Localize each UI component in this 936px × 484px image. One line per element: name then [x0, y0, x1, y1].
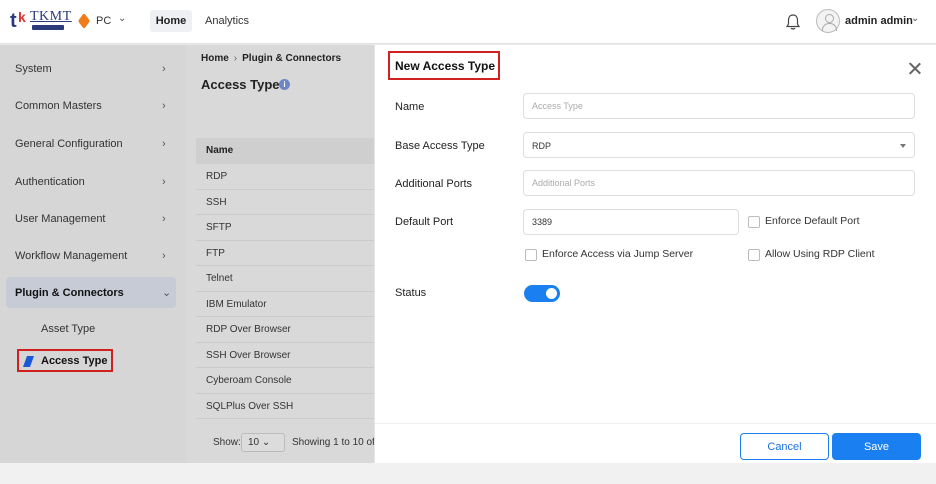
logo-mark-icon: tk [10, 9, 26, 32]
user-name[interactable]: admin admin [845, 15, 913, 27]
table-row[interactable]: SFTP [196, 215, 376, 241]
page-title: Access Type [201, 77, 280, 92]
page-size-select[interactable]: 10 ⌄ [241, 433, 285, 452]
table-row[interactable]: SQLPlus Over SSH [196, 393, 376, 419]
table-row[interactable]: FTP [196, 240, 376, 266]
base-access-type-select[interactable]: RDP [523, 132, 915, 158]
sidebar-item-system[interactable]: System › [0, 50, 186, 87]
sidebar-item-label: Plugin & Connectors [15, 287, 124, 299]
status-toggle[interactable] [524, 285, 560, 302]
allow-rdp-client-checkbox[interactable] [748, 249, 760, 261]
table-row[interactable]: SSH [196, 189, 376, 215]
sidebar: System › Common Masters › General Config… [0, 45, 186, 463]
info-icon[interactable]: i [279, 79, 290, 90]
enforce-default-port-label[interactable]: Enforce Default Port [765, 215, 860, 227]
breadcrumb-separator-icon: › [233, 53, 238, 64]
bell-icon[interactable] [785, 13, 801, 31]
sidebar-item-label: Common Masters [15, 100, 102, 112]
toggle-knob [546, 288, 557, 299]
chevron-right-icon: › [162, 138, 166, 150]
page-size-value: 10 [248, 437, 260, 448]
sidebar-item-general-configuration[interactable]: General Configuration › [0, 125, 186, 162]
save-button[interactable]: Save [832, 433, 921, 460]
status-label: Status [395, 287, 427, 299]
sidebar-item-label: General Configuration [15, 138, 123, 150]
access-type-table: Name RDP SSH SFTP FTP Telnet IBM Emulato… [196, 138, 376, 438]
enforce-jump-server-label[interactable]: Enforce Access via Jump Server [542, 248, 693, 260]
chevron-right-icon: › [162, 100, 166, 112]
chevron-right-icon: › [162, 63, 166, 75]
new-access-type-drawer: New Access Type Name Base Access Type RD… [374, 45, 936, 463]
base-access-type-value: RDP [532, 141, 552, 151]
sidebar-item-plugin-connectors[interactable]: Plugin & Connectors ⌄ [6, 277, 176, 308]
org-selector-label[interactable]: PC [96, 15, 111, 27]
additional-ports-label: Additional Ports [395, 178, 473, 190]
active-indicator-icon [22, 356, 35, 367]
drawer-title-highlight: New Access Type [388, 51, 500, 80]
company-logo[interactable]: tk TKMT [10, 9, 71, 35]
sidebar-item-authentication[interactable]: Authentication › [0, 163, 186, 200]
chevron-right-icon: › [162, 213, 166, 225]
chevron-down-icon[interactable]: ⌄ [118, 13, 126, 24]
chevron-right-icon: › [162, 176, 166, 188]
sidebar-subitem-access-type[interactable]: Access Type [17, 349, 113, 372]
default-port-label: Default Port [395, 216, 454, 228]
top-bar: tk TKMT PC ⌄ Home Analytics admin admin … [0, 0, 936, 44]
table-row[interactable]: IBM Emulator [196, 291, 376, 317]
breadcrumb-section[interactable]: Plugin & Connectors [242, 53, 341, 64]
sidebar-item-label: Workflow Management [15, 250, 128, 262]
sidebar-item-user-management[interactable]: User Management › [0, 200, 186, 237]
table-row[interactable]: RDP [196, 164, 376, 190]
logo-subline [32, 25, 64, 30]
table-header-name[interactable]: Name [196, 138, 376, 164]
enforce-default-port-checkbox[interactable] [748, 216, 760, 228]
user-menu-chevron-icon[interactable]: ⌄ [911, 13, 919, 24]
drawer-footer-divider [375, 423, 936, 424]
chevron-right-icon: › [162, 250, 166, 262]
dropdown-caret-icon [900, 144, 906, 148]
sidebar-item-common-masters[interactable]: Common Masters › [0, 87, 186, 124]
chevron-down-icon: ⌄ [162, 287, 172, 299]
pager-info: Showing 1 to 10 of 7 [292, 437, 384, 448]
chevron-down-icon: ⌄ [261, 437, 271, 448]
footer-bar [0, 463, 936, 484]
table-row[interactable]: RDP Over Browser [196, 317, 376, 343]
allow-rdp-client-label[interactable]: Allow Using RDP Client [765, 248, 875, 260]
nav-home[interactable]: Home [150, 10, 192, 32]
name-label: Name [395, 101, 425, 113]
cancel-button[interactable]: Cancel [740, 433, 829, 460]
breadcrumb: Home › Plugin & Connectors [201, 53, 341, 64]
sidebar-subitem-label: Access Type [41, 355, 108, 367]
sidebar-item-workflow-management[interactable]: Workflow Management › [0, 237, 186, 274]
org-cube-icon [77, 12, 91, 30]
sidebar-item-label: Authentication [15, 176, 85, 188]
name-input[interactable] [523, 93, 915, 119]
user-avatar[interactable] [816, 9, 840, 33]
sidebar-subitem-asset-type[interactable]: Asset Type [41, 323, 95, 335]
default-port-input[interactable] [523, 209, 739, 235]
pager-show-label: Show: [213, 437, 241, 448]
base-access-type-label: Base Access Type [395, 140, 485, 152]
additional-ports-input[interactable] [523, 170, 915, 196]
sidebar-item-label: System [15, 63, 52, 75]
breadcrumb-home[interactable]: Home [201, 53, 229, 64]
close-icon[interactable] [907, 61, 923, 77]
logo-text: TKMT [30, 9, 72, 24]
enforce-jump-server-checkbox[interactable] [525, 249, 537, 261]
sidebar-item-label: User Management [15, 213, 106, 225]
nav-analytics[interactable]: Analytics [205, 10, 249, 32]
drawer-title: New Access Type [395, 59, 496, 73]
table-row[interactable]: Telnet [196, 266, 376, 292]
table-pager: Show: 10 ⌄ Showing 1 to 10 of 7 [196, 425, 383, 461]
table-row[interactable]: SSH Over Browser [196, 342, 376, 368]
table-row[interactable]: Cyberoam Console [196, 368, 376, 394]
